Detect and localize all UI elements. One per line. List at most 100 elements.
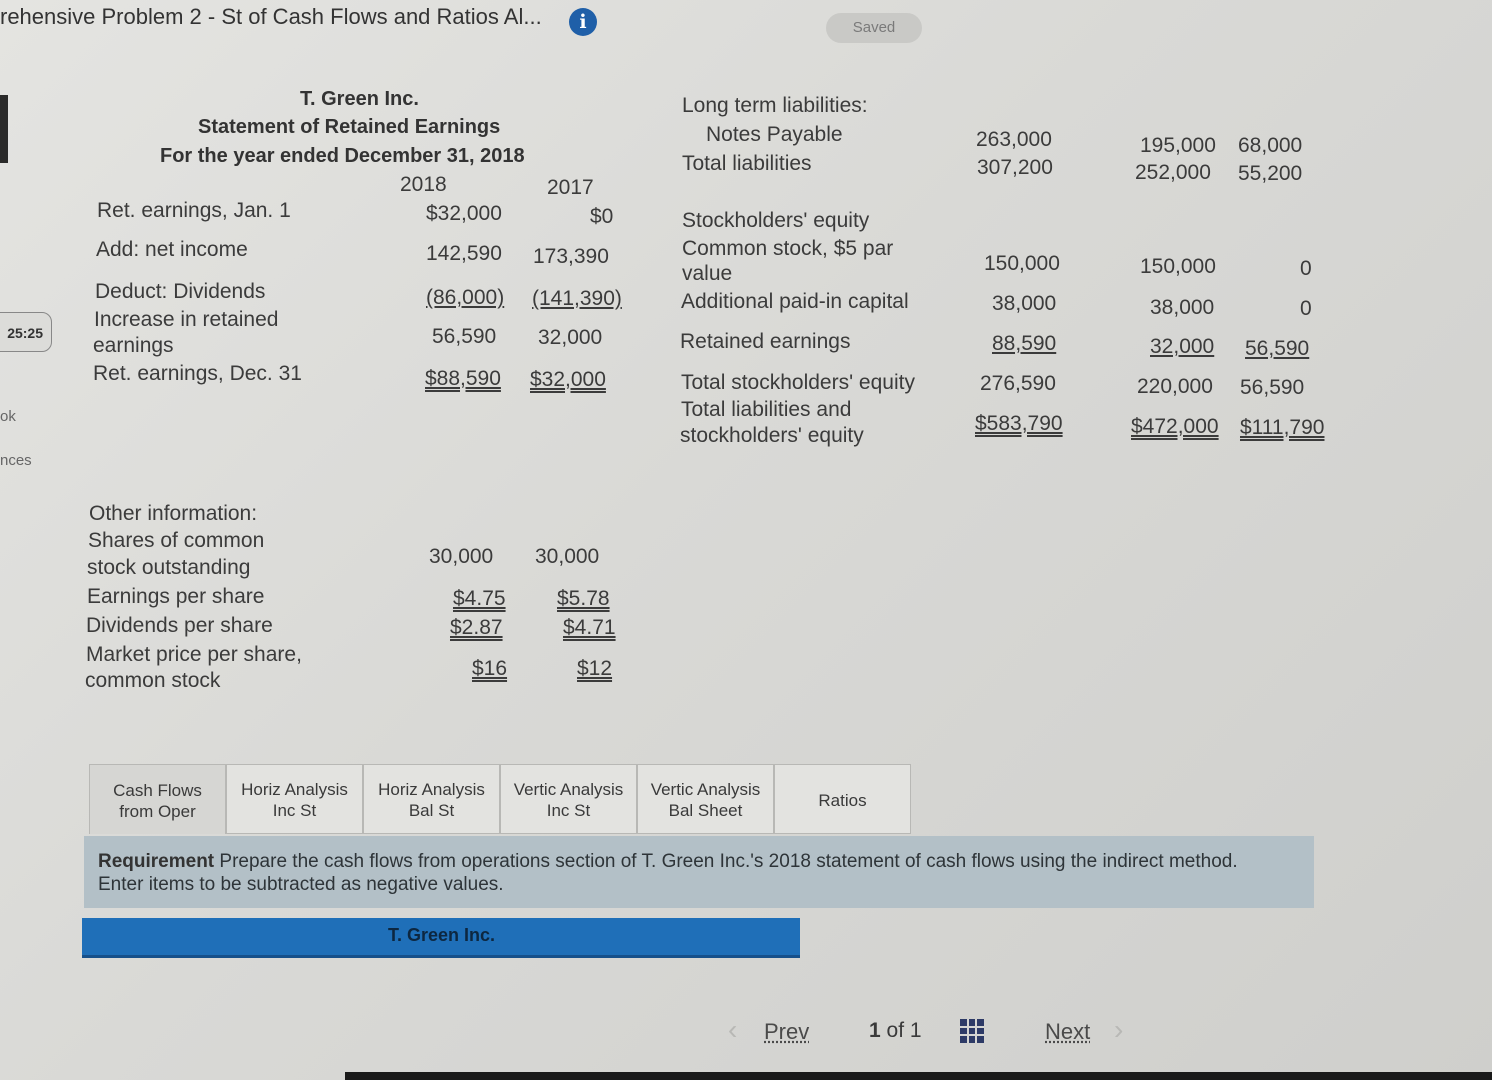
bs-row-label: Total liabilities [682,152,812,175]
tab-label: Horiz Analysis [241,780,348,799]
re-row-2018: (86,000) [426,286,505,309]
re-row-label: Ret. earnings, Dec. 31 [93,362,302,385]
tab-label: Bal Sheet [668,801,743,820]
other-label: Shares of common [88,529,265,552]
bs-row-label: Retained earnings [680,330,851,353]
bs-row-label: Total stockholders' equity [681,371,915,394]
requirement-label: Requirement [98,851,215,872]
bs-col3: 55,200 [1238,162,1303,185]
tab-cash-flows-from-oper[interactable]: Cash Flows from Oper [89,764,226,834]
tab-label: Inc St [272,801,317,820]
requirement-text: Requirement Prepare the cash flows from … [98,850,1258,896]
bs-col3: 0 [1300,297,1312,320]
re-row-label: Add: net income [96,238,248,261]
bs-row-label: Notes Payable [706,123,843,146]
other-label: Earnings per share [87,585,265,608]
left-edge-bar [0,95,8,163]
re-row-2017: 32,000 [538,326,603,349]
tab-label: Ratios [818,790,867,810]
other-label: Dividends per share [86,614,273,637]
sidebar-link-references[interactable]: nces [0,452,32,469]
bs-col3: 0 [1300,257,1312,280]
bs-col1: 276,590 [980,372,1056,395]
tab-vertic-analysis-bal-sheet[interactable]: Vertic Analysis Bal Sheet [637,764,774,834]
bs-col1: 150,000 [984,252,1060,275]
timer-badge: 25:25 [0,312,52,352]
page-of: of [886,1019,905,1042]
bs-col2: 32,000 [1150,335,1215,358]
saved-status-badge: Saved [826,13,922,43]
next-chevron-icon[interactable]: › [1114,1014,1123,1046]
tab-label: Cash Flows [113,780,202,800]
re-col-2018: 2018 [400,173,447,196]
assignment-title: rehensive Problem 2 - St of Cash Flows a… [0,4,542,29]
bs-col1: 263,000 [976,128,1052,151]
re-row-2017: $32,000 [530,368,606,391]
re-row-2018: $88,590 [425,367,501,390]
re-row-label: Deduct: Dividends [95,280,266,303]
bs-col2: $472,000 [1131,415,1219,438]
tab-horiz-analysis-inc-st[interactable]: Horiz Analysis Inc St [226,764,363,834]
tab-label: from Oper [119,801,196,821]
re-statement-title: Statement of Retained Earnings [198,116,501,138]
bottom-edge-strip [345,1072,1492,1080]
re-col-2017: 2017 [547,176,594,199]
bs-col3: 68,000 [1238,134,1303,157]
tab-label: Horiz Analysis [378,780,485,799]
bs-row-label: Additional paid-in capital [681,290,909,313]
re-row-2017: (141,390) [532,287,622,310]
tab-label: Inc St [546,801,591,820]
prev-button[interactable]: Prev [764,1019,809,1045]
bs-col2: 150,000 [1140,255,1216,278]
info-icon[interactable]: i [569,8,597,36]
re-row-2018: 56,590 [432,325,497,348]
bs-row-label: Total liabilities and [681,398,852,421]
tab-vertic-analysis-inc-st[interactable]: Vertic Analysis Inc St [500,764,637,834]
re-row-2018: $32,000 [426,202,502,225]
bs-col1: 38,000 [992,292,1057,315]
bs-row-label: Common stock, $5 par [682,237,894,260]
other-label: Market price per share, [86,643,302,666]
re-row-2017: $0 [590,205,614,228]
bs-col1: $583,790 [975,412,1063,435]
other-label: stock outstanding [87,556,251,579]
other-2018: 30,000 [429,545,494,568]
re-row-label: Ret. earnings, Jan. 1 [97,199,291,222]
sidebar-link-ebook[interactable]: ok [0,408,16,425]
other-2018: $4.75 [453,587,506,610]
other-2017: 30,000 [535,545,600,568]
re-row-label: Increase in retained [94,308,279,331]
bs-col3: $111,790 [1240,416,1325,439]
tab-label: Bal St [408,801,455,820]
other-label: common stock [85,669,221,692]
other-2018: $16 [472,657,508,680]
next-button[interactable]: Next [1045,1019,1090,1045]
re-row-2017: 173,390 [533,245,609,268]
bs-row-label: value [682,262,733,285]
tab-label: Vertic Analysis [650,780,761,799]
bs-row-label: stockholders' equity [680,424,864,447]
bs-ltl-header: Long term liabilities: [682,94,868,117]
tab-horiz-analysis-bal-st[interactable]: Horiz Analysis Bal St [363,764,500,834]
bs-col1: 307,200 [977,156,1053,179]
bs-se-header: Stockholders' equity [682,209,870,232]
prev-chevron-icon[interactable]: ‹ [728,1014,737,1046]
bs-col1: 88,590 [992,332,1057,355]
other-2017: $5.78 [557,587,610,610]
tab-ratios[interactable]: Ratios [774,764,911,834]
page-indicator: 1 of 1 [869,1019,922,1043]
requirement-body: Prepare the cash flows from operations s… [98,851,1238,895]
bs-col2: 252,000 [1135,161,1211,184]
re-row-2018: 142,590 [426,242,502,265]
other-2017: $4.71 [563,616,616,639]
re-period: For the year ended December 31, 2018 [160,145,525,167]
bs-col2: 38,000 [1150,296,1215,319]
grid-icon[interactable] [960,1019,984,1043]
re-company-name: T. Green Inc. [300,88,419,110]
page-current: 1 [869,1019,881,1042]
bs-col2: 220,000 [1137,375,1213,398]
re-row-label: earnings [93,334,174,357]
bs-col2: 195,000 [1140,134,1216,157]
other-header: Other information: [89,502,258,525]
bs-col3: 56,590 [1240,376,1305,399]
